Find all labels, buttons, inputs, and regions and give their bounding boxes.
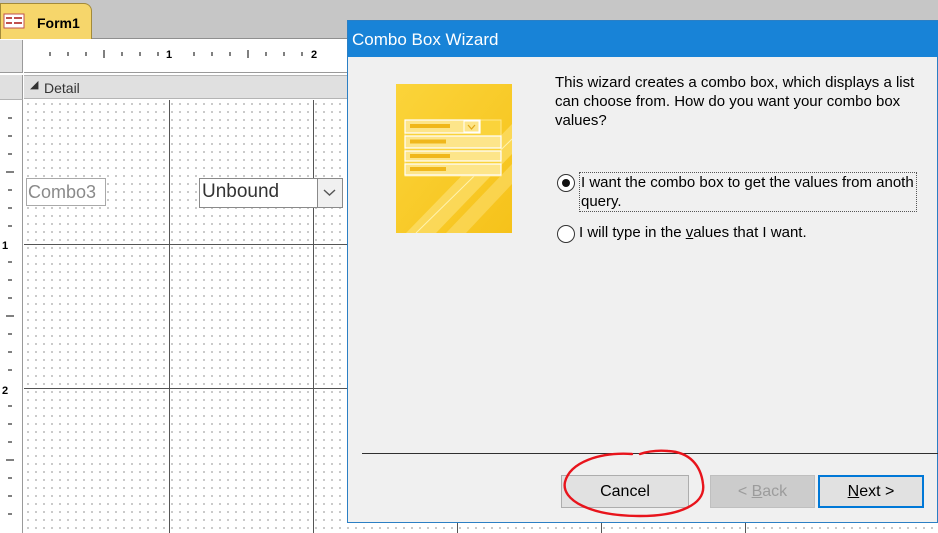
ruler-number: 2 xyxy=(311,49,318,61)
intro-line: can choose from. How do you want your co… xyxy=(555,93,901,110)
wizard-intro-text: This wizard creates a combo box, which d… xyxy=(555,73,938,130)
section-label: Detail xyxy=(44,80,80,96)
option-label-part: I will type in the xyxy=(579,224,686,241)
ruler-number: 2 xyxy=(2,385,9,397)
ruler-number: 1 xyxy=(166,49,173,61)
radio-button[interactable] xyxy=(557,225,575,243)
grid-line xyxy=(169,100,170,533)
next-button[interactable]: Next > xyxy=(818,475,924,508)
option-label: I want the combo box to get the values f… xyxy=(579,172,917,212)
dialog-titlebar[interactable]: Combo Box Wizard xyxy=(348,21,938,57)
option-label-line: I want the combo box to get the values f… xyxy=(581,174,914,191)
section-collapse-arrow-icon: ◢ xyxy=(30,79,39,91)
option-label-part: alues that I want. xyxy=(693,224,807,241)
back-button-rest: ack xyxy=(762,483,788,500)
combo3-label[interactable]: Combo3 xyxy=(26,178,106,206)
next-button-accesskey: N xyxy=(847,483,860,500)
combo3-unbound-combo-box[interactable]: Unbound xyxy=(199,178,343,208)
radio-button-selected[interactable] xyxy=(557,174,575,192)
dialog-title: Combo Box Wizard xyxy=(352,30,499,49)
combo-value: Unbound xyxy=(202,181,280,202)
option-label-line: query. xyxy=(581,193,622,210)
back-button-accesskey: B xyxy=(751,483,763,500)
wizard-illustration-icon xyxy=(396,84,512,233)
option-label: I will type in the values that I want. xyxy=(579,223,807,242)
intro-line: This wizard creates a combo box, which d… xyxy=(555,74,915,91)
next-button-rest: ext > xyxy=(859,483,895,500)
grid-line xyxy=(313,100,314,533)
back-button-prefix: < xyxy=(737,483,752,500)
vertical-ruler[interactable]: 1 2 xyxy=(0,100,23,533)
section-selector[interactable] xyxy=(0,75,23,100)
combo-box-wizard-dialog: Combo Box Wizard This wizard creates a c… xyxy=(347,20,938,523)
back-button[interactable]: < Back xyxy=(710,475,815,508)
chevron-down-icon[interactable] xyxy=(317,179,342,207)
form-icon xyxy=(3,13,25,29)
tab-label: Form1 xyxy=(37,15,80,31)
cancel-button[interactable]: Cancel xyxy=(561,475,689,508)
form-selector[interactable] xyxy=(0,40,23,73)
ruler-number: 1 xyxy=(2,240,9,252)
dialog-separator xyxy=(362,453,938,454)
intro-line: values? xyxy=(555,112,607,129)
tab-form1[interactable]: Form1 xyxy=(0,3,92,39)
